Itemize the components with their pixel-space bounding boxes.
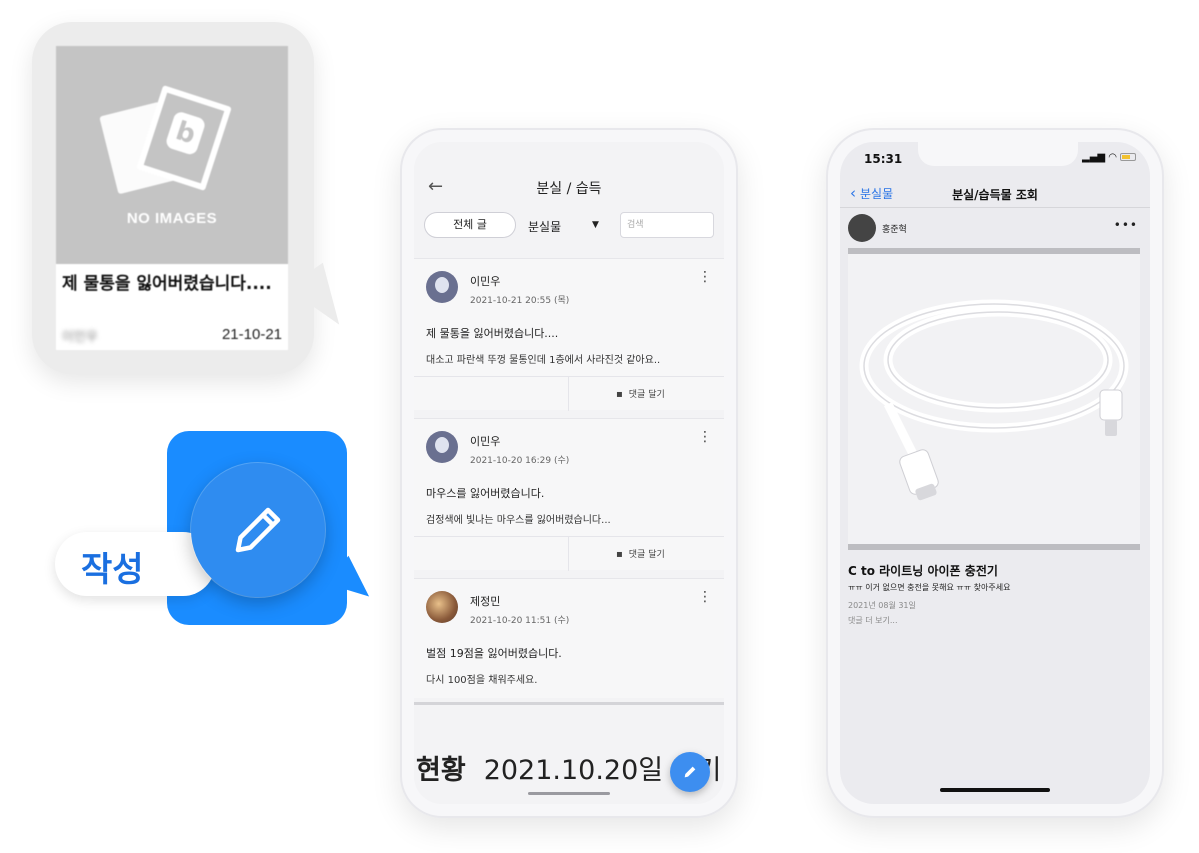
- post-datetime: 2021-10-20 11:51 (수): [470, 616, 570, 626]
- avatar: [848, 214, 876, 242]
- post-datetime: 2021-10-20 16:29 (수): [470, 456, 570, 466]
- pencil-icon: [235, 507, 281, 553]
- comment-icon: ▪: [616, 549, 623, 560]
- comment-button[interactable]: ▪ 댓글 달기: [616, 387, 665, 400]
- chevron-down-icon[interactable]: ▼: [592, 220, 599, 230]
- avatar: [426, 431, 458, 463]
- page-title: 분실/습득물 조회: [952, 188, 1038, 202]
- battery-icon: [1120, 153, 1137, 161]
- post-title: 마우스를 잃어버렸습니다.: [426, 487, 545, 500]
- more-vert-icon[interactable]: ⋮: [698, 429, 712, 445]
- more-vert-icon[interactable]: ⋮: [698, 269, 712, 285]
- home-indicator: [528, 792, 610, 795]
- post-body: 검정색에 빛나는 마우스를 잃어버렸습니다...: [426, 515, 611, 526]
- post-author: 제정민: [470, 595, 501, 608]
- list-header: ← 분실 / 습득 전체 글 분실물 ▼ 검색: [414, 142, 724, 252]
- avatar: [426, 271, 458, 303]
- search-input[interactable]: 검색: [620, 212, 714, 238]
- no-image-placeholder: b NO IMAGES: [56, 46, 288, 264]
- signal-icon: ▂▄▆: [1082, 152, 1106, 163]
- filter-all-button[interactable]: 전체 글: [424, 212, 516, 238]
- post-date: 2021년 08월 31일: [848, 601, 916, 610]
- write-fab-button[interactable]: [191, 463, 325, 597]
- comment-bar: ▪ 댓글 달기: [414, 536, 724, 571]
- write-label-pill: 작성: [55, 532, 215, 596]
- post-body: ㅠㅠ 이거 없으면 충전을 못해요 ㅠㅠ 찾아주세요: [848, 583, 1011, 592]
- post-datetime: 2021-10-21 20:55 (목): [470, 296, 570, 306]
- phone-list-device: ← 분실 / 습득 전체 글 분실물 ▼ 검색 이민우 2021-10-21 2…: [400, 128, 738, 818]
- post-title: 제 물통을 잃어버렸습니다....: [426, 327, 559, 340]
- status-time: 15:31: [864, 152, 903, 166]
- no-images-label: NO IMAGES: [126, 210, 218, 227]
- wifi-icon: ◠: [1108, 152, 1117, 163]
- list-item[interactable]: 제정민 2021-10-20 11:51 (수) ⋮ 벌점 19점을 잃어버렸습…: [414, 578, 724, 698]
- detail-screen: 15:31 ▂▄▆ ◠ ‹ 분실물 분실/습득물 조회 홍준혁 ••• C to…: [840, 142, 1150, 804]
- list-item[interactable]: 이민우 2021-10-20 16:29 (수) ⋮ 마우스를 잃어버렸습니다.…: [414, 418, 724, 571]
- comment-bar: ▪ 댓글 달기: [414, 376, 724, 411]
- page-title: 분실 / 습득: [536, 181, 602, 197]
- status-icons: ▂▄▆ ◠: [1082, 152, 1137, 163]
- post-list: 이민우 2021-10-21 20:55 (목) ⋮ 제 물통을 잃어버렸습니다…: [414, 258, 724, 706]
- post-author: 이민우: [470, 435, 501, 448]
- post-body: 대소고 파란색 뚜껑 물통인데 1층에서 사라진것 같아요..: [426, 355, 661, 366]
- list-item[interactable]: 이민우 2021-10-21 20:55 (목) ⋮ 제 물통을 잃어버렸습니다…: [414, 258, 724, 411]
- card-title: 제 물통을 잃어버렸습니다....: [62, 274, 272, 294]
- preview-card[interactable]: b NO IMAGES 제 물통을 잃어버렸습니다.... 이민우 21-10-…: [56, 46, 288, 350]
- image-divider: [848, 544, 1140, 550]
- pencil-icon: [684, 766, 696, 778]
- comment-button[interactable]: ▪ 댓글 달기: [616, 547, 665, 560]
- avatar: [426, 591, 458, 623]
- more-vert-icon[interactable]: ⋮: [698, 589, 712, 605]
- category-select[interactable]: 분실물: [528, 218, 561, 235]
- post-title: C to 라이트닝 아이폰 충전기: [848, 564, 998, 578]
- more-comments-link[interactable]: 댓글 더 보기...: [848, 615, 898, 626]
- post-author: 이민우: [470, 275, 501, 288]
- card-author: 이민우: [62, 330, 98, 345]
- more-horiz-icon[interactable]: •••: [1114, 218, 1138, 232]
- post-title: 벌점 19점을 잃어버렸습니다.: [426, 647, 562, 660]
- comment-icon: ▪: [616, 389, 623, 400]
- nav-bar: ‹ 분실물 분실/습득물 조회: [840, 174, 1150, 208]
- write-label: 작성: [81, 550, 144, 590]
- post-author: 홍준혁: [882, 225, 907, 235]
- cable-illustration: [859, 299, 1129, 501]
- card-date: 21-10-21: [221, 326, 282, 343]
- post-body: 다시 100점을 채워주세요.: [426, 675, 538, 686]
- phone-detail-device: 15:31 ▂▄▆ ◠ ‹ 분실물 분실/습득물 조회 홍준혁 ••• C to…: [826, 128, 1164, 818]
- list-screen: ← 분실 / 습득 전체 글 분실물 ▼ 검색 이민우 2021-10-21 2…: [414, 142, 724, 804]
- post-image: [848, 254, 1140, 544]
- home-indicator: [940, 788, 1050, 792]
- notch: [918, 142, 1078, 166]
- write-fab-small[interactable]: [670, 752, 710, 792]
